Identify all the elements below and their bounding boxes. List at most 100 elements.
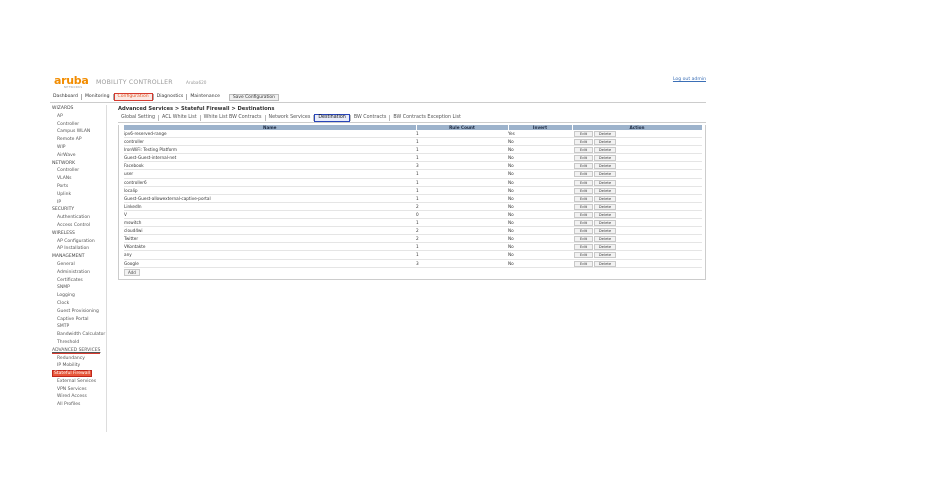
table-row[interactable]: Guest-Guest-allowexternal-captive-portal… (124, 194, 702, 203)
edit-button[interactable]: Edit (574, 155, 593, 161)
tab-monitoring[interactable]: Monitoring (82, 93, 113, 101)
delete-button[interactable]: Delete (594, 252, 616, 258)
tab-configuration[interactable]: Configuration (113, 93, 153, 101)
table-row[interactable]: localip 1 No Edit Delete (124, 186, 702, 195)
sidebar-item-external-services[interactable]: External Services (50, 378, 106, 386)
sidebar-item-all-profiles[interactable]: All Profiles (50, 401, 106, 409)
sidebar-item-ip[interactable]: IP (50, 199, 106, 207)
table-row[interactable]: user 1 No Edit Delete (124, 169, 702, 179)
edit-button[interactable]: Edit (574, 179, 593, 186)
sidebar-item-wired-access[interactable]: Wired Access (50, 393, 106, 401)
edit-button[interactable]: Edit (574, 171, 593, 178)
delete-button[interactable]: Delete (594, 155, 616, 161)
delete-button[interactable]: Delete (594, 236, 616, 242)
table-row[interactable]: Guest-Guest-internal-net 1 No Edit Delete (124, 153, 702, 163)
delete-button[interactable]: Delete (594, 139, 616, 145)
subtab-network-services[interactable]: Network Services (266, 114, 314, 122)
edit-button[interactable]: Edit (574, 252, 593, 258)
edit-button[interactable]: Edit (574, 203, 593, 210)
table-row[interactable]: ipv6-reserved-range 1 Yes Edit Delete (124, 130, 702, 139)
edit-button[interactable]: Edit (574, 211, 593, 218)
table-row[interactable]: cloud4wi 2 No Edit Delete (124, 226, 702, 236)
table-row[interactable]: IronWiFi: Testing Platform 1 No Edit Delete (124, 145, 702, 155)
tab-dashboard[interactable]: Dashboard (50, 93, 81, 101)
save-configuration-button[interactable]: Save Configuration (228, 93, 279, 101)
delete-button[interactable]: Delete (594, 203, 616, 210)
sidebar-item-stateful-firewall[interactable]: Stateful Firewall (50, 370, 106, 378)
table-row[interactable]: VKontakte 1 No Edit Delete (124, 242, 702, 252)
sidebar-item-ap-configuration[interactable]: AP Configuration (50, 238, 106, 246)
delete-button[interactable]: Delete (594, 131, 616, 137)
sidebar-item-authentication[interactable]: Authentication (50, 214, 106, 222)
table-row[interactable]: mswitch 1 No Edit Delete (124, 218, 702, 228)
table-row[interactable]: V 0 No Edit Delete (124, 210, 702, 220)
subtab-global-setting[interactable]: Global Setting (118, 114, 158, 122)
edit-button[interactable]: Edit (574, 163, 593, 169)
edit-button[interactable]: Edit (574, 260, 593, 267)
table-row[interactable]: controller6 1 No Edit Delete (124, 178, 702, 187)
edit-button[interactable]: Edit (574, 236, 593, 242)
sidebar-item-redundancy[interactable]: Redundancy (50, 355, 106, 363)
sidebar-item-ap-installation[interactable]: AP Installation (50, 245, 106, 253)
sidebar-item-uplink[interactable]: Uplink (50, 191, 106, 199)
sidebar-item-logging[interactable]: Logging (50, 292, 106, 300)
sidebar-item-access-control[interactable]: Access Control (50, 222, 106, 230)
sidebar-item-vpn-services[interactable]: VPN Services (50, 386, 106, 394)
edit-button[interactable]: Edit (574, 139, 593, 145)
sidebar-item-airwave[interactable]: AirWave (50, 152, 106, 160)
delete-button[interactable]: Delete (594, 220, 616, 226)
logout-link[interactable]: Log out admin (673, 77, 706, 82)
delete-button[interactable]: Delete (594, 179, 616, 186)
tab-maintenance[interactable]: Maintenance (187, 93, 223, 101)
delete-button[interactable]: Delete (594, 244, 616, 250)
table-row[interactable]: any 1 No Edit Delete (124, 250, 702, 260)
sidebar-item-wip[interactable]: WIP (50, 144, 106, 152)
edit-button[interactable]: Edit (574, 131, 593, 137)
table-row[interactable]: Facebook 3 No Edit Delete (124, 161, 702, 171)
sidebar-item-clock[interactable]: Clock (50, 300, 106, 308)
subtab-bw-contracts[interactable]: BW Contracts (351, 114, 390, 122)
aruba-logo[interactable]: aruba NETWORKS (54, 75, 94, 89)
delete-button[interactable]: Delete (594, 163, 616, 169)
edit-button[interactable]: Edit (574, 195, 593, 202)
sidebar-item-threshold[interactable]: Threshold (50, 339, 106, 347)
subtab-acl-white-list[interactable]: ACL White List (159, 114, 200, 122)
sidebar-item-controller[interactable]: Controller (50, 167, 106, 175)
sidebar-item-vlans[interactable]: VLANs (50, 175, 106, 183)
table-row[interactable]: controller 1 No Edit Delete (124, 137, 702, 147)
sidebar-item-smtp[interactable]: SMTP (50, 323, 106, 331)
delete-button[interactable]: Delete (594, 228, 616, 234)
tab-diagnostics[interactable]: Diagnostics (154, 93, 187, 101)
subtab-white-list-bw-contracts[interactable]: White List BW Contracts (201, 114, 265, 122)
table-row[interactable]: Twitter 2 No Edit Delete (124, 234, 702, 244)
edit-button[interactable]: Edit (574, 147, 593, 153)
delete-button[interactable]: Delete (594, 211, 616, 218)
delete-button[interactable]: Delete (594, 195, 616, 202)
sidebar-item-administration[interactable]: Administration (50, 269, 106, 277)
sidebar-item-ports[interactable]: Ports (50, 183, 106, 191)
sidebar-item-remote-ap[interactable]: Remote AP (50, 136, 106, 144)
sidebar-item-snmp[interactable]: SNMP (50, 284, 106, 292)
sidebar-item-general[interactable]: General (50, 261, 106, 269)
sidebar-item-certificates[interactable]: Certificates (50, 277, 106, 285)
table-row[interactable]: LinkedIn 2 No Edit Delete (124, 202, 702, 211)
edit-button[interactable]: Edit (574, 220, 593, 226)
edit-button[interactable]: Edit (574, 228, 593, 234)
edit-button[interactable]: Edit (574, 187, 593, 194)
sidebar-item-ap[interactable]: AP (50, 113, 106, 121)
sidebar-item-captive-portal[interactable]: Captive Portal (50, 316, 106, 324)
edit-button[interactable]: Edit (574, 244, 593, 250)
add-button[interactable]: Add (124, 268, 140, 276)
subtab-bw-contracts-exception-list[interactable]: BW Contracts Exception List (390, 114, 464, 122)
sidebar-item-guest-provisioning[interactable]: Guest Provisioning (50, 308, 106, 316)
sidebar-item-campus-wlan[interactable]: Campus WLAN (50, 128, 106, 136)
sidebar-item-controller[interactable]: Controller (50, 121, 106, 129)
subtab-destination[interactable]: Destination (314, 114, 350, 122)
sidebar-item-ip-mobility[interactable]: IP Mobility (50, 362, 106, 370)
delete-button[interactable]: Delete (594, 147, 616, 153)
delete-button[interactable]: Delete (594, 260, 616, 267)
delete-button[interactable]: Delete (594, 187, 616, 194)
table-row[interactable]: Google 3 No Edit Delete (124, 259, 702, 268)
sidebar-item-bandwidth-calculator[interactable]: Bandwidth Calculator (50, 331, 106, 339)
delete-button[interactable]: Delete (594, 171, 616, 178)
